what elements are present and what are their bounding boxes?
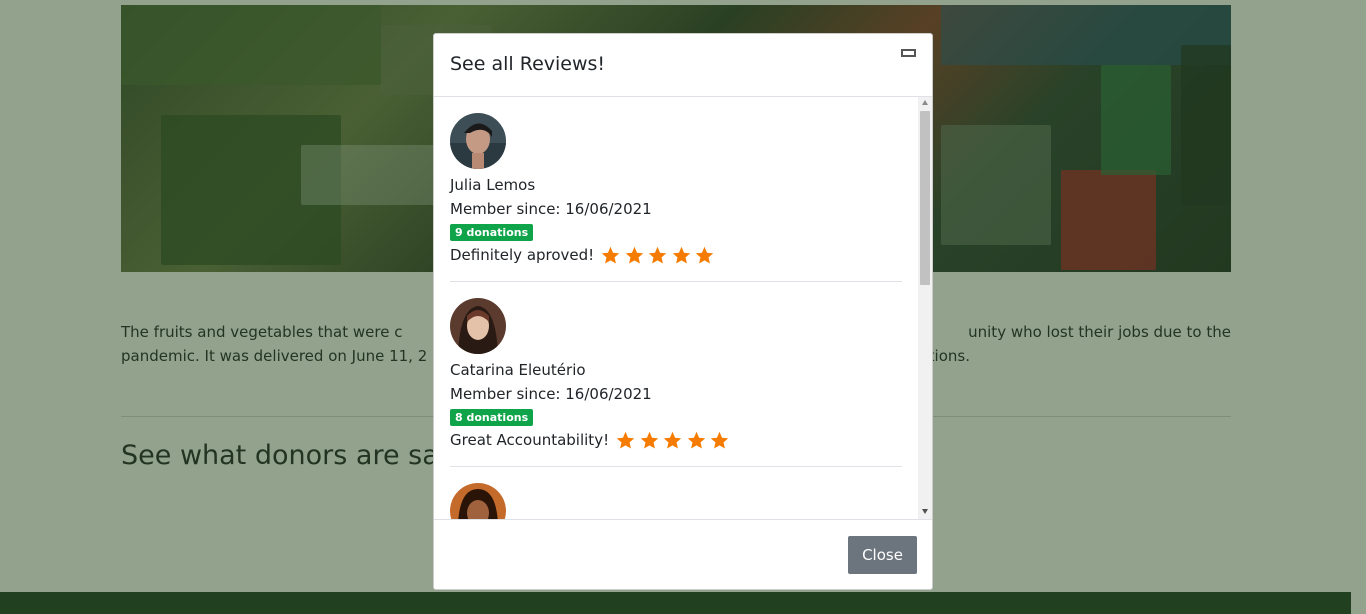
star-icon bbox=[710, 431, 729, 449]
donations-badge: 9 donations bbox=[450, 224, 534, 241]
review-item: Catarina Eleutério Member since: 16/06/2… bbox=[450, 298, 902, 452]
star-icon bbox=[640, 431, 658, 449]
star-icon bbox=[695, 246, 714, 264]
star-icon bbox=[625, 246, 643, 264]
review-separator bbox=[450, 466, 902, 467]
member-since: Member since: 16/06/2021 bbox=[450, 385, 652, 403]
star-icon bbox=[672, 246, 690, 264]
reviewer-name: Julia Lemos bbox=[450, 176, 536, 194]
member-since: Member since: 16/06/2021 bbox=[450, 200, 652, 218]
reviews-scrollbar[interactable] bbox=[918, 97, 932, 519]
minimize-icon[interactable] bbox=[901, 49, 916, 57]
close-button[interactable]: Close bbox=[848, 536, 917, 574]
star-icon bbox=[663, 431, 682, 449]
reviews-list[interactable]: Julia Lemos Member since: 16/06/2021 9 d… bbox=[434, 97, 932, 519]
modal-header: See all Reviews! bbox=[434, 34, 932, 97]
review-text-row: Great Accountability! bbox=[450, 428, 902, 452]
avatar bbox=[450, 483, 506, 519]
review-separator bbox=[450, 281, 902, 282]
reviews-modal: See all Reviews! Julia Lemos Member sinc… bbox=[433, 33, 933, 590]
scrollbar-thumb[interactable] bbox=[920, 111, 930, 285]
avatar bbox=[450, 298, 506, 354]
review-text: Definitely aproved! bbox=[450, 246, 595, 264]
scroll-down-arrow-icon[interactable] bbox=[922, 509, 928, 514]
scroll-up-arrow-icon[interactable] bbox=[922, 100, 928, 105]
star-icon bbox=[648, 246, 667, 264]
star-icon bbox=[616, 431, 635, 449]
review-text: Great Accountability! bbox=[450, 431, 610, 449]
star-icon bbox=[601, 246, 620, 264]
star-icon bbox=[687, 431, 705, 449]
review-item bbox=[450, 483, 902, 519]
donations-badge: 8 donations bbox=[450, 409, 534, 426]
modal-title: See all Reviews! bbox=[450, 53, 606, 75]
review-item: Julia Lemos Member since: 16/06/2021 9 d… bbox=[450, 113, 902, 267]
avatar bbox=[450, 113, 506, 169]
modal-footer: Close bbox=[434, 519, 932, 589]
review-text-row: Definitely aproved! bbox=[450, 243, 902, 267]
reviewer-name: Catarina Eleutério bbox=[450, 361, 586, 379]
